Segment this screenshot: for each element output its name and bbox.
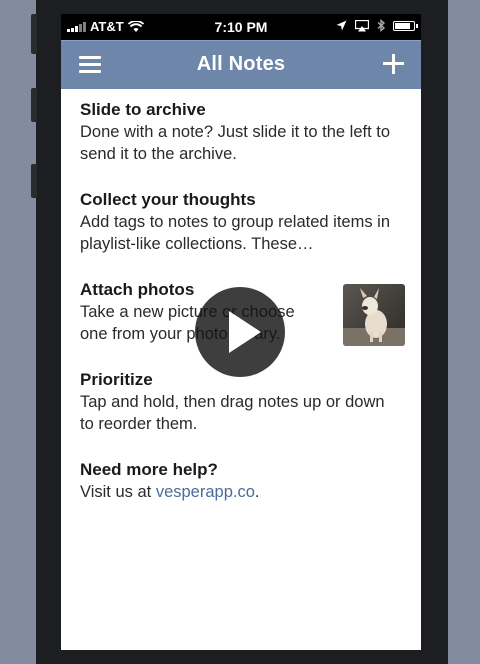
note-body: Visit us at vesperapp.co. — [80, 481, 400, 503]
volume-down-button — [31, 164, 37, 198]
battery-icon — [393, 20, 418, 31]
page-title: All Notes — [196, 53, 286, 75]
status-right — [336, 19, 418, 32]
list-item[interactable]: Collect your thoughts Add tags to notes … — [80, 189, 421, 255]
list-item[interactable]: Slide to archive Done with a note? Just … — [80, 99, 421, 165]
dog-photo-icon — [343, 284, 405, 346]
bluetooth-icon — [377, 19, 385, 32]
note-title: Need more help? — [80, 460, 218, 479]
play-icon[interactable] — [195, 287, 285, 377]
status-bar: AT&T 7:10 PM — [61, 14, 421, 40]
list-item[interactable]: Need more help? Visit us at vesperapp.co… — [80, 459, 421, 503]
mute-switch — [31, 14, 37, 54]
note-body: Done with a note? Just slide it to the l… — [80, 123, 391, 163]
note-thumbnail[interactable] — [343, 284, 405, 346]
note-body-suffix: . — [254, 483, 260, 501]
note-title: Collect your thoughts — [80, 190, 256, 209]
volume-up-button — [31, 88, 37, 122]
airplay-icon — [355, 19, 369, 31]
location-icon — [336, 20, 347, 31]
plus-icon[interactable] — [383, 53, 405, 75]
note-body: Add tags to notes to group related items… — [80, 213, 391, 253]
help-link[interactable]: vesperapp.co — [156, 483, 255, 501]
list-item[interactable]: Prioritize Tap and hold, then drag notes… — [80, 369, 421, 435]
note-title: Slide to archive — [80, 100, 206, 119]
note-body-prefix: Visit us at — [80, 483, 156, 501]
note-body: Tap and hold, then drag notes up or down… — [80, 393, 385, 433]
nav-bar: All Notes — [61, 40, 421, 89]
